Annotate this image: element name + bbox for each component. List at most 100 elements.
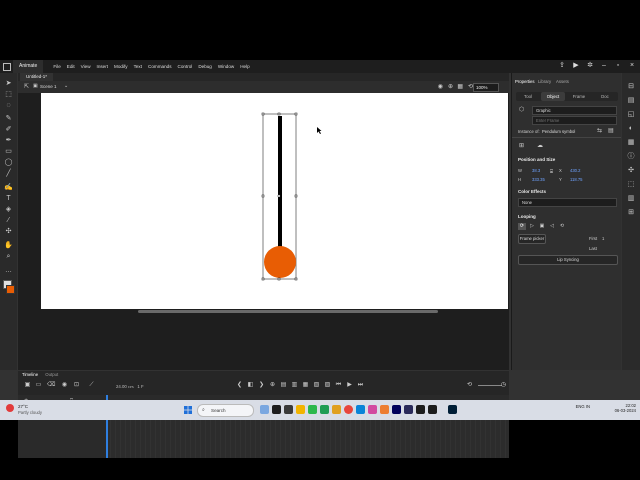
subselection-tool-icon[interactable]: ⬚ [4, 90, 13, 99]
more-tools-icon[interactable]: … [4, 266, 13, 275]
edit-symbol-icon[interactable]: ▤ [608, 127, 614, 134]
subtab-tool[interactable]: Tool [516, 92, 540, 101]
new-folder-icon[interactable]: ▭ [35, 382, 42, 389]
menu-text[interactable]: Text [134, 64, 142, 69]
tween-icon[interactable]: ▥ [291, 382, 298, 389]
stage[interactable] [41, 93, 508, 309]
selection-tool-icon[interactable]: ➤ [4, 79, 13, 88]
minimize-icon[interactable]: – [600, 62, 608, 70]
fps-display[interactable]: 24.00 FPS 1 F [116, 384, 144, 389]
terminal-icon[interactable] [284, 405, 293, 414]
edit-multiple-icon[interactable]: ◧ [247, 382, 254, 389]
store-icon[interactable] [332, 405, 341, 414]
components-icon[interactable]: ✣ [627, 167, 635, 175]
windows-start-icon[interactable] [184, 406, 192, 414]
w-field[interactable]: 38.3 [532, 168, 540, 173]
menu-commands[interactable]: Commands [148, 64, 172, 69]
h-field[interactable]: 333.35 [532, 177, 545, 182]
transform-icon[interactable]: ⬚ [627, 181, 635, 189]
color-icon[interactable]: ◐ [627, 125, 635, 133]
brush-tool-icon[interactable]: ✎ [4, 114, 13, 123]
pendulum-rod[interactable] [278, 116, 282, 248]
menu-insert[interactable]: Insert [97, 64, 109, 69]
lasso-tool-icon[interactable]: ◌ [4, 101, 13, 110]
filters-icon[interactable]: ☁ [537, 142, 543, 149]
transform-point[interactable] [277, 194, 281, 198]
menu-window[interactable]: Window [218, 64, 234, 69]
play-icon[interactable]: ▶ [572, 62, 580, 70]
insert-frame-icon[interactable]: ▤ [280, 382, 287, 389]
subtab-frame[interactable]: Frame [567, 92, 591, 101]
taskbar-search[interactable]: ⌕ Search [197, 404, 254, 417]
subtab-object[interactable]: Object [541, 92, 565, 101]
rectangle-tool-icon[interactable]: ▭ [4, 147, 13, 156]
edit-scene-icon[interactable]: ⇱ [24, 83, 29, 90]
frame-picker-button[interactable]: Frame picker [518, 234, 546, 244]
share-icon[interactable]: ⇪ [558, 62, 566, 70]
loop-reverse-icon[interactable]: ⟲ [558, 223, 566, 230]
maximize-icon[interactable]: ▫ [614, 62, 622, 70]
hand-tool-icon[interactable]: ✋ [4, 241, 13, 250]
photoshop-icon[interactable] [448, 405, 457, 414]
tab-library[interactable]: Library [538, 79, 551, 84]
shape-tween-icon[interactable]: ▨ [324, 382, 331, 389]
first-field[interactable]: 1 [602, 236, 604, 241]
single-frame-icon[interactable]: ▣ [538, 223, 546, 230]
swap-symbol-icon[interactable]: ⇆ [597, 127, 602, 134]
align-icon[interactable]: ⊞ [519, 142, 524, 149]
menu-control[interactable]: Control [178, 64, 193, 69]
delete-layer-icon[interactable]: ⌫ [47, 382, 55, 389]
x-field[interactable]: 430.2 [570, 168, 580, 173]
loop-icon[interactable]: ⟳ [518, 223, 526, 230]
horizontal-scrollbar[interactable] [138, 310, 438, 313]
oval-tool-icon[interactable]: ◯ [4, 158, 13, 167]
media-icon[interactable] [368, 405, 377, 414]
timeline-zoom-in-icon[interactable]: ◷ [500, 382, 507, 389]
graph-icon[interactable]: ⟋ [88, 382, 95, 389]
tab-properties[interactable]: Properties [515, 79, 535, 84]
classic-tween-icon[interactable]: ▧ [313, 382, 320, 389]
menu-debug[interactable]: Debug [198, 64, 212, 69]
close-icon[interactable]: × [628, 62, 636, 70]
next-frame-icon[interactable]: ⏭ [357, 382, 364, 389]
camera-icon[interactable]: ◉ [438, 83, 443, 90]
edge-icon[interactable] [356, 405, 365, 414]
widgets-icon[interactable] [260, 405, 269, 414]
zoom-tool-icon[interactable]: ⌕ [4, 252, 13, 261]
app-icon-2[interactable] [428, 405, 437, 414]
menu-edit[interactable]: Edit [67, 64, 75, 69]
play-once-icon[interactable]: ▷ [528, 223, 536, 230]
lip-syncing-button[interactable]: Lip Syncing [518, 255, 618, 265]
timeline-zoom-slider[interactable] [478, 385, 502, 386]
info-icon[interactable]: ⓘ [627, 153, 635, 161]
file-explorer-icon[interactable] [296, 405, 305, 414]
play-button-icon[interactable]: ▶ [346, 382, 353, 389]
tab-output[interactable]: Output [45, 372, 58, 377]
subtab-doc[interactable]: Doc [593, 92, 617, 101]
onion-skin-icon[interactable]: ❮ [236, 382, 243, 389]
menu-file[interactable]: File [53, 64, 60, 69]
symbol-type-select[interactable]: Graphic [532, 106, 617, 115]
first-frame-icon[interactable]: ⏮ [335, 382, 342, 389]
library-icon[interactable]: ▤ [627, 97, 635, 105]
text-tool-icon[interactable]: T [4, 194, 13, 203]
center-stage-icon[interactable]: ⊕ [448, 83, 453, 90]
excel-icon[interactable] [320, 405, 329, 414]
color-effect-select[interactable]: None [518, 198, 617, 207]
clip-icon[interactable]: ▦ [457, 83, 463, 90]
zoom-select[interactable]: 100% [473, 83, 499, 92]
frame-options-icon[interactable]: ❯ [258, 382, 265, 389]
loop-playback-icon[interactable]: ⟲ [466, 382, 473, 389]
settings-icon[interactable]: ✲ [586, 62, 594, 70]
align-panel-icon[interactable]: ⊞ [627, 209, 635, 217]
system-tray[interactable]: ENG IN 22:02 06-03-2024 [576, 403, 636, 413]
fill-color-swatch[interactable] [6, 285, 15, 294]
after-effects-icon[interactable] [392, 405, 401, 414]
code-snippets-icon[interactable]: ▥ [627, 195, 635, 203]
animate-taskbar-icon[interactable] [404, 405, 413, 414]
app-icon[interactable] [416, 405, 425, 414]
pen-tool-icon[interactable]: ✍ [4, 183, 13, 192]
eyedropper-icon[interactable]: ⁄ [4, 216, 13, 225]
menu-modify[interactable]: Modify [114, 64, 128, 69]
y-field[interactable]: 118.75 [570, 177, 583, 182]
